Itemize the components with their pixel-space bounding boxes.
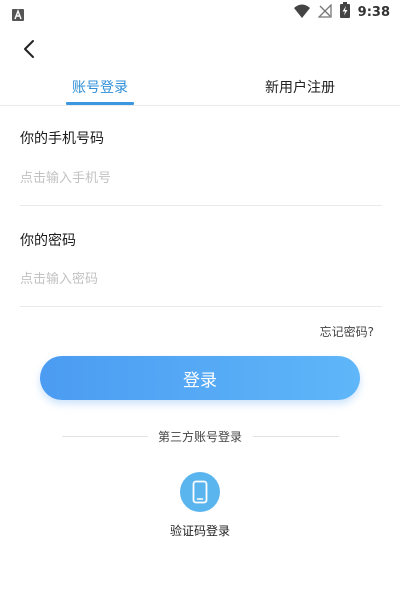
no-signal-icon [317, 2, 332, 22]
battery-charging-icon [339, 2, 350, 22]
sms-code-login-button[interactable]: 验证码登录 [150, 470, 250, 542]
a-badge-icon [12, 6, 24, 21]
chevron-left-icon [24, 40, 34, 58]
password-divider [20, 306, 382, 307]
password-label: 你的密码 [20, 233, 76, 249]
sms-login-label: 验证码登录 [169, 524, 230, 538]
status-time: 9:38 [357, 4, 390, 20]
third-party-divider-right [253, 436, 339, 437]
third-party-title: 第三方账号登录 [157, 430, 242, 444]
active-tab-indicator [66, 102, 134, 105]
phone-input[interactable] [20, 161, 382, 195]
forgot-password-link[interactable]: 忘记密码? [320, 323, 374, 340]
back-button[interactable] [14, 34, 44, 64]
phone-icon [192, 480, 208, 504]
tab-account-login[interactable]: 账号登录 [0, 70, 200, 104]
wifi-icon [293, 3, 310, 22]
auth-tabs: 账号登录 新用户注册 [0, 70, 400, 106]
sms-login-icon-circle [180, 472, 220, 512]
login-button[interactable]: 登录 [40, 356, 360, 400]
status-icons: 9:38 [293, 2, 390, 22]
tab-new-user-register[interactable]: 新用户注册 [200, 70, 400, 104]
phone-divider [20, 205, 382, 206]
phone-label: 你的手机号码 [20, 131, 104, 147]
password-input[interactable] [20, 262, 382, 296]
status-bar: 9:38 [0, 0, 400, 24]
